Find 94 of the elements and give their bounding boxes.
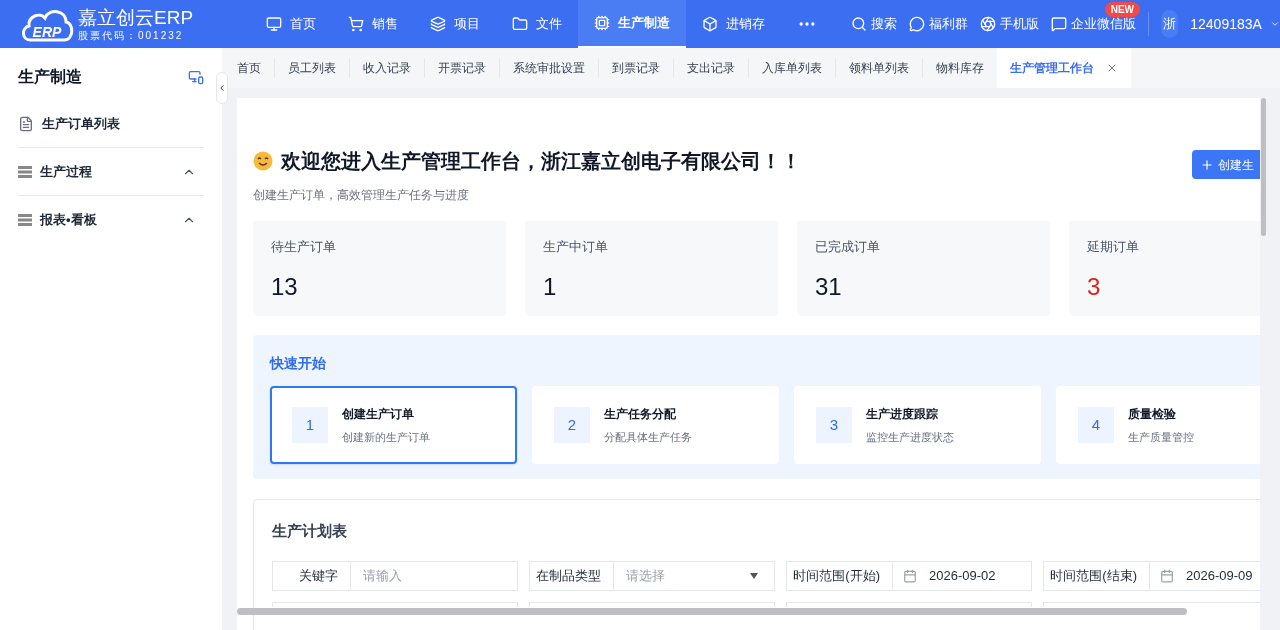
calendar-icon [1160, 568, 1174, 583]
page-tab[interactable]: 物料库存 [923, 48, 997, 88]
filter-field[interactable]: 时间范围(结束) 2026-09-09 [1043, 560, 1260, 591]
action-icon [851, 16, 867, 32]
page-tab[interactable]: 首页 [224, 48, 274, 88]
step-title: 生产进度跟踪 [866, 405, 939, 423]
filter-field[interactable]: 在制品类型 请选择 [529, 560, 775, 591]
filter-label: 关键字 [273, 561, 351, 590]
step-card[interactable]: 1 创建生产订单 创建新的生产订单 [270, 386, 517, 464]
page-tab[interactable]: 员工列表 [275, 48, 349, 88]
page-tab[interactable]: 系统审批设置 [500, 48, 598, 88]
page-tab[interactable]: 支出记录 [674, 48, 748, 88]
filter-field[interactable]: 时间范围(开始) 2026-09-02 [786, 560, 1032, 591]
header-action[interactable]: 手机版 [980, 14, 1039, 34]
smiley-icon [253, 151, 273, 171]
brand-name: 嘉立创云ERP [78, 7, 194, 27]
welcome-title: 欢迎您进入生产管理工作台，浙江嘉立创电子有限公司！！ [281, 149, 801, 174]
action-icon [980, 16, 996, 32]
document-icon [18, 115, 34, 132]
step-title: 质量检验 [1128, 405, 1177, 423]
step-card[interactable]: 2 生产任务分配 分配具体生产任务 [532, 386, 779, 464]
nav-item[interactable]: 进销存 [686, 0, 781, 48]
step-title: 生产任务分配 [604, 405, 677, 423]
date-value: 2026-09-09 [1186, 566, 1253, 585]
step-description: 分配具体生产任务 [604, 429, 692, 445]
stat-value: 13 [271, 271, 299, 302]
stat-label: 待生产订单 [271, 238, 337, 256]
nav-icon [266, 16, 282, 32]
stat-label: 已完成订单 [815, 238, 881, 256]
plus-icon [1200, 157, 1214, 172]
action-icon [1051, 16, 1067, 32]
page-tab[interactable]: 领料单列表 [836, 48, 922, 88]
nav-item[interactable]: 生产制造 [578, 0, 686, 48]
create-button[interactable]: 创建生 [1192, 150, 1260, 179]
placeholder-text: 请选择 [626, 566, 665, 585]
calendar-icon [903, 568, 917, 583]
collapse-handle[interactable] [216, 72, 228, 104]
close-icon[interactable] [1106, 62, 1118, 74]
stat-value: 1 [543, 271, 558, 302]
step-number: 2 [554, 407, 590, 443]
nav-icon [512, 16, 528, 32]
sidebar-item[interactable]: 生产过程 [18, 148, 204, 196]
plan-table-title: 生产计划表 [272, 521, 348, 541]
filter-field[interactable]: 关键字 请输入 [272, 560, 518, 591]
collapse-icon [217, 83, 227, 93]
filter-label: 时间范围(结束) [1044, 561, 1150, 590]
list-icon [18, 165, 32, 178]
nav-icon [430, 16, 446, 32]
stat-label: 延期订单 [1087, 238, 1140, 256]
step-description: 生产质量管控 [1128, 429, 1194, 445]
list-icon [18, 214, 32, 226]
step-card[interactable]: 4 质量检验 生产质量管控 [1056, 386, 1260, 464]
step-description: 创建新的生产订单 [342, 429, 430, 445]
page-tab[interactable]: 收入记录 [350, 48, 424, 88]
user-avatar[interactable]: 浙 [1160, 10, 1179, 38]
sidebar-item[interactable]: 生产订单列表 [18, 100, 204, 148]
step-number: 3 [816, 407, 852, 443]
nav-icon [348, 16, 364, 32]
dropdown-arrow-icon [750, 572, 758, 579]
new-badge: NEW [1104, 2, 1140, 18]
page-tab[interactable]: 生产管理工作台 [997, 48, 1131, 88]
nav-item[interactable]: 首页 [250, 0, 332, 48]
filter-label: 时间范围(开始) [787, 561, 893, 590]
date-value: 2026-09-02 [929, 566, 996, 585]
step-description: 监控生产进度状态 [866, 429, 954, 445]
header-action[interactable]: 搜索 [851, 14, 897, 34]
nav-item[interactable]: 项目 [414, 0, 496, 48]
quick-start-title: 快速开始 [270, 354, 327, 373]
page-tab[interactable]: 到票记录 [599, 48, 673, 88]
nav-icon [702, 16, 718, 32]
vertical-scrollbar[interactable] [1261, 98, 1266, 236]
step-card[interactable]: 3 生产进度跟踪 监控生产进度状态 [794, 386, 1041, 464]
page-tab[interactable]: 入库单列表 [749, 48, 835, 88]
stat-value: 31 [815, 271, 843, 302]
stock-code: 股票代码：001232 [78, 30, 185, 41]
placeholder-text: 请输入 [363, 566, 402, 585]
step-number: 4 [1078, 407, 1114, 443]
page-tab[interactable]: 开票记录 [425, 48, 499, 88]
header-action[interactable]: 福利群 [909, 14, 968, 34]
filter-label: 在制品类型 [530, 561, 614, 590]
sidebar-item[interactable]: 报表•看板 [18, 196, 204, 244]
nav-item[interactable]: 文件 [496, 0, 578, 48]
sidebar-title: 生产制造 [18, 67, 82, 87]
nav-item[interactable]: 销售 [332, 0, 414, 48]
action-icon [909, 16, 925, 32]
account-name[interactable]: 12409183A [1190, 13, 1262, 35]
monitor-icon[interactable] [188, 69, 204, 85]
step-title: 创建生产订单 [342, 405, 415, 423]
stat-label: 生产中订单 [543, 238, 609, 256]
stat-value: 3 [1087, 271, 1102, 302]
welcome-subtitle: 创建生产订单，高效管理生产任务与进度 [253, 187, 470, 204]
horizontal-scrollbar[interactable] [237, 608, 1187, 615]
nav-icon [594, 15, 610, 31]
step-number: 1 [292, 407, 328, 443]
